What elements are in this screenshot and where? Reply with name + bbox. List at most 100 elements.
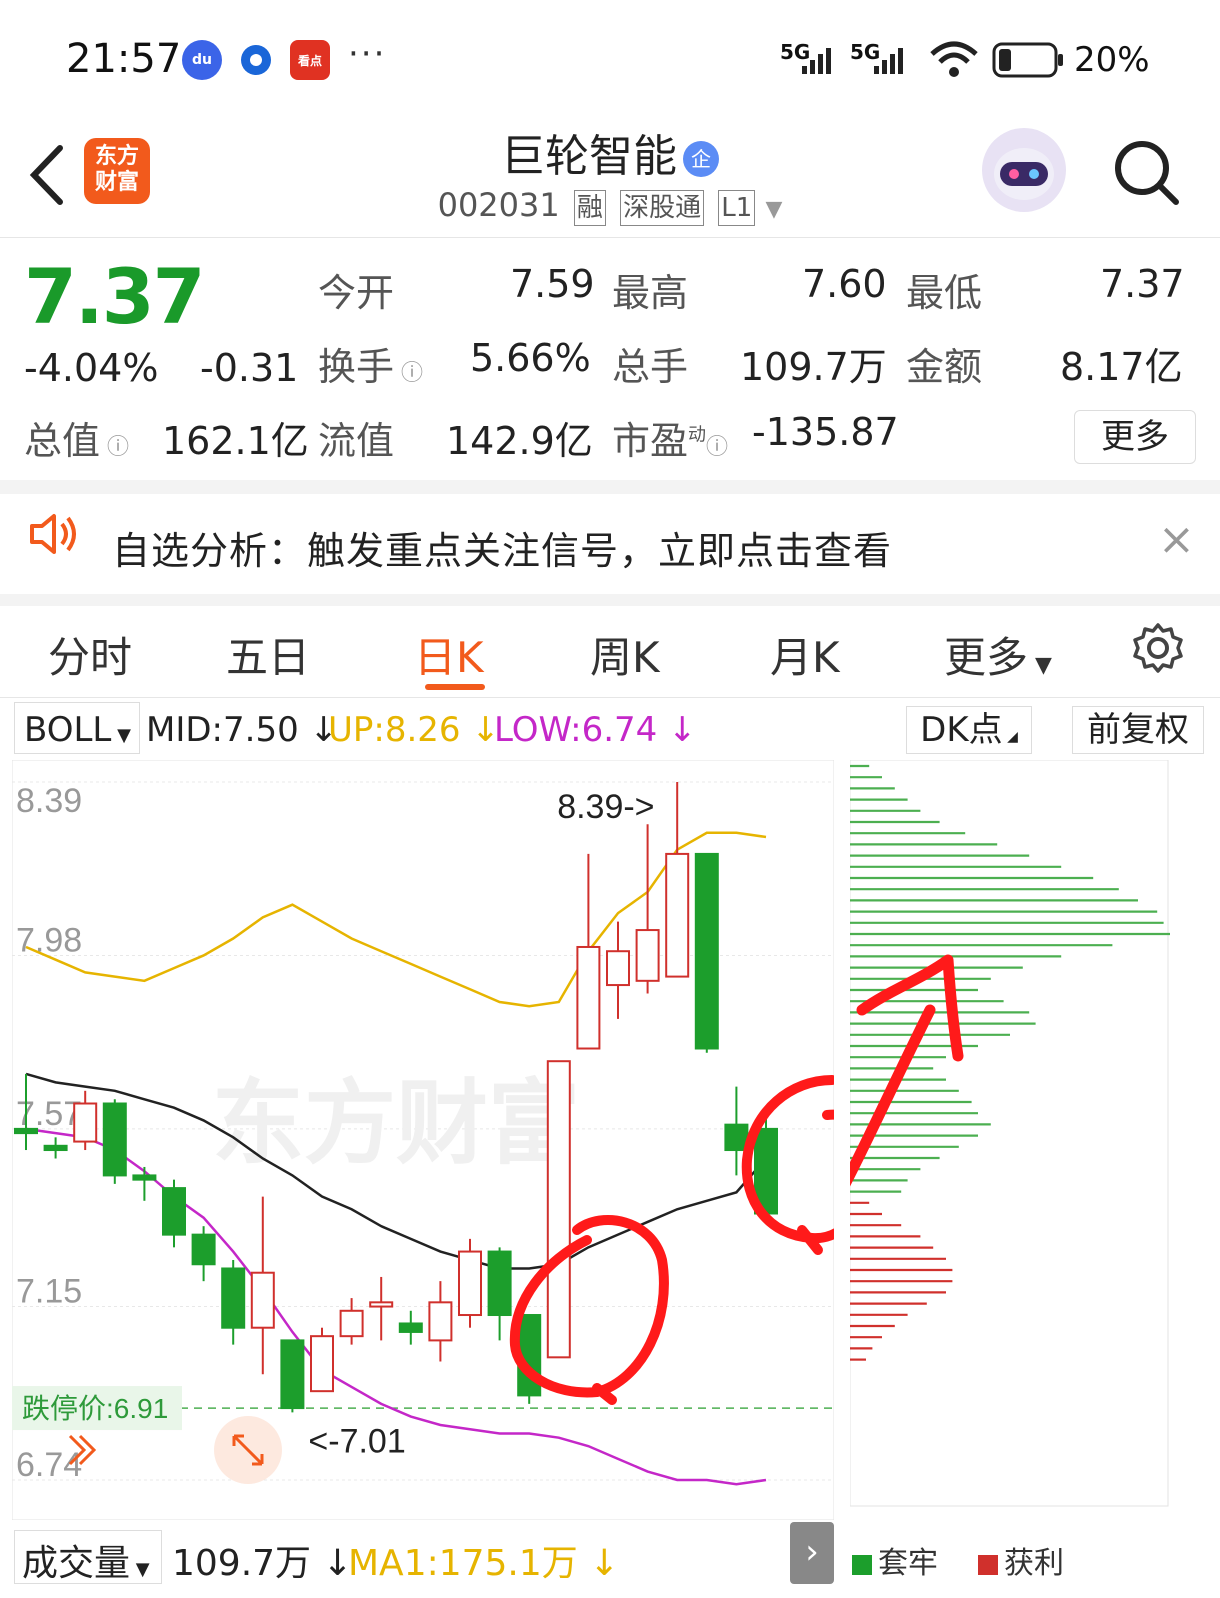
candle-body xyxy=(487,1250,512,1317)
candle-body xyxy=(724,1123,749,1152)
boll-up: UP:8.26 ↓ xyxy=(328,710,500,750)
float-value: 142.9亿 xyxy=(446,419,593,463)
battery-percent: 20% xyxy=(1074,40,1150,80)
legend-trapped: 套牢 xyxy=(852,1538,938,1582)
legend-red-swatch xyxy=(978,1554,998,1575)
turnover-value: 5.66% xyxy=(470,336,591,380)
dropdown-icon: ▼ xyxy=(111,725,131,746)
candle-body xyxy=(221,1267,246,1329)
amount-value: 8.17亿 xyxy=(1060,345,1183,389)
gear-icon[interactable] xyxy=(1132,622,1184,674)
candle-body xyxy=(694,852,719,1050)
candle-body xyxy=(576,945,601,1050)
candle-body xyxy=(280,1339,305,1410)
tab-daily-k[interactable]: 日K xyxy=(414,624,484,685)
tab-weekly-k[interactable]: 周K xyxy=(590,624,660,685)
legend-green-swatch xyxy=(852,1554,872,1575)
y-tick-label: 7.98 xyxy=(16,921,82,959)
candle-body xyxy=(665,852,690,978)
total-value-label[interactable]: 总值 ⓘ xyxy=(24,410,129,465)
adjust-button[interactable]: 前复权 xyxy=(1072,706,1204,754)
status-more: ··· xyxy=(348,34,387,74)
browser-icon xyxy=(236,40,276,80)
volume-value: 109.7万 ↓ xyxy=(172,1543,353,1584)
section-gap xyxy=(0,480,1220,494)
battery-icon xyxy=(992,42,1063,78)
change-percent: -4.04% xyxy=(24,346,159,390)
open-label: 今开 xyxy=(318,271,395,315)
candle-body xyxy=(310,1335,334,1393)
current-price: 7.37 xyxy=(24,252,206,341)
volume-profile-chart xyxy=(850,760,1170,1507)
notice-text[interactable]: 自选分析：触发重点关注信号，立即点击查看 xyxy=(112,520,892,575)
candlestick-chart[interactable]: 8.397.987.577.156.74 东方财富 8.39-><-7.01跌停… xyxy=(12,760,834,1520)
candle-body xyxy=(73,1102,98,1143)
candle-body xyxy=(250,1271,275,1329)
turnover-label[interactable]: 换手 ⓘ xyxy=(318,336,423,391)
candle-body xyxy=(635,929,660,982)
info-icon: ⓘ xyxy=(100,435,130,460)
dropdown-icon: ▼ xyxy=(130,1559,150,1580)
candle-body xyxy=(162,1187,186,1236)
min-price-label: <-7.01 xyxy=(308,1422,405,1460)
tab-intraday[interactable]: 分时 xyxy=(48,624,132,685)
candle-body xyxy=(14,1127,38,1135)
volume-ma1: MA1:175.1万 ↓ xyxy=(348,1543,620,1584)
tab-five-day[interactable]: 五日 xyxy=(226,624,310,685)
candle-body xyxy=(398,1322,423,1333)
tag-connect: 深股通 xyxy=(620,190,705,226)
low-label: 最低 xyxy=(906,271,983,315)
dk-point-button[interactable]: DK点 ◢ xyxy=(906,706,1032,754)
section-divider xyxy=(0,594,1220,606)
candle-body xyxy=(428,1301,453,1342)
expand-right-button[interactable]: › xyxy=(790,1522,834,1584)
y-tick-label: 8.39 xyxy=(16,782,82,820)
boll-low: LOW:6.74 ↓ xyxy=(494,710,697,750)
dropdown-icon: ▼ xyxy=(1028,653,1052,678)
candle-body xyxy=(458,1250,482,1317)
candle-body xyxy=(43,1144,68,1152)
speaker-icon xyxy=(30,514,76,554)
active-tab-indicator xyxy=(425,684,485,690)
volume-indicator-name[interactable]: 成交量 ▼ xyxy=(22,1534,150,1586)
volume-value: 109.7万 xyxy=(740,345,887,389)
y-tick-label: 7.15 xyxy=(16,1273,82,1311)
candle-body xyxy=(102,1102,127,1177)
candle-body xyxy=(191,1233,216,1266)
indicator-name[interactable]: BOLL ▼ xyxy=(24,710,131,750)
stock-code: 002031 xyxy=(437,186,560,224)
wifi-icon xyxy=(930,41,978,77)
volume-label: 总手 xyxy=(612,345,689,389)
status-bar: 21:57 du 看点 ··· 5G 5G 20% xyxy=(0,0,1220,110)
tag-margin: 融 xyxy=(573,190,606,226)
tag-level: L1 xyxy=(718,190,756,226)
enterprise-badge: 企 xyxy=(683,141,719,177)
dropdown-icon[interactable]: ▼ xyxy=(765,197,782,222)
boll-mid: MID:7.50 ↓ xyxy=(146,710,338,750)
stock-name: 巨轮智能 xyxy=(501,131,677,182)
signal-icon-2 xyxy=(874,48,903,74)
robot-assistant-avatar[interactable] xyxy=(982,128,1066,212)
total-value: 162.1亿 xyxy=(162,419,309,463)
candle-body xyxy=(132,1174,157,1181)
status-time: 21:57 xyxy=(66,36,182,82)
float-value-label: 流值 xyxy=(318,419,395,463)
close-icon[interactable]: × xyxy=(1158,514,1195,565)
pe-label[interactable]: 市盈动ⓘ xyxy=(612,410,728,465)
info-icon: ⓘ xyxy=(394,361,424,386)
tab-monthly-k[interactable]: 月K xyxy=(770,624,840,685)
info-icon: ⓘ xyxy=(706,435,729,460)
max-price-label: 8.39-> xyxy=(557,788,654,826)
legend-profit: 获利 xyxy=(978,1538,1064,1582)
limit-down-label: 跌停价:6.91 xyxy=(22,1393,168,1424)
low-value: 7.37 xyxy=(1100,262,1185,306)
quote-more-button[interactable]: 更多 xyxy=(1074,410,1196,464)
pe-value: -135.87 xyxy=(752,410,899,454)
candle-body xyxy=(606,950,630,987)
signal-icon xyxy=(802,48,831,74)
candle-body xyxy=(369,1301,394,1308)
candle-body xyxy=(339,1309,364,1338)
tab-more[interactable]: 更多 ▼ xyxy=(944,624,1052,685)
high-value: 7.60 xyxy=(802,262,887,306)
search-icon[interactable] xyxy=(1112,138,1182,208)
